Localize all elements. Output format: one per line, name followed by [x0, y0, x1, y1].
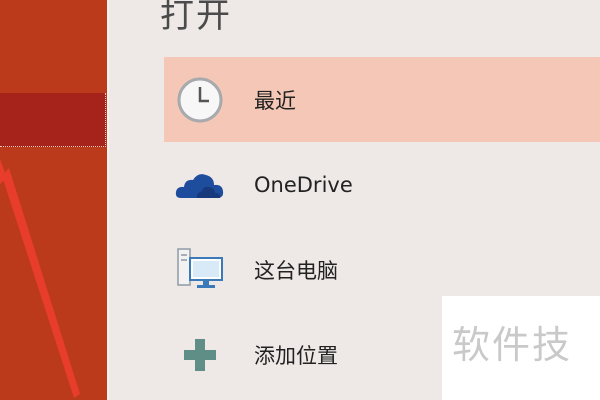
sidebar-divider: [107, 0, 109, 400]
location-label: OneDrive: [254, 172, 353, 197]
watermark: 软件技: [442, 296, 600, 400]
annotation-arrow-icon: [0, 159, 80, 398]
location-recent[interactable]: 最近: [164, 57, 600, 142]
location-label: 这台电脑: [254, 258, 338, 283]
location-label: 添加位置: [254, 343, 338, 368]
cloud-icon: [175, 173, 224, 198]
backstage-sidebar: [0, 0, 107, 400]
page-title: 打开: [160, 0, 232, 36]
watermark-text: 软件技: [452, 323, 573, 367]
location-label: 最近: [254, 88, 296, 113]
location-onedrive[interactable]: OneDrive: [164, 142, 600, 227]
clock-icon: [177, 77, 223, 122]
computer-icon: [177, 247, 223, 288]
plus-icon: [184, 338, 216, 371]
